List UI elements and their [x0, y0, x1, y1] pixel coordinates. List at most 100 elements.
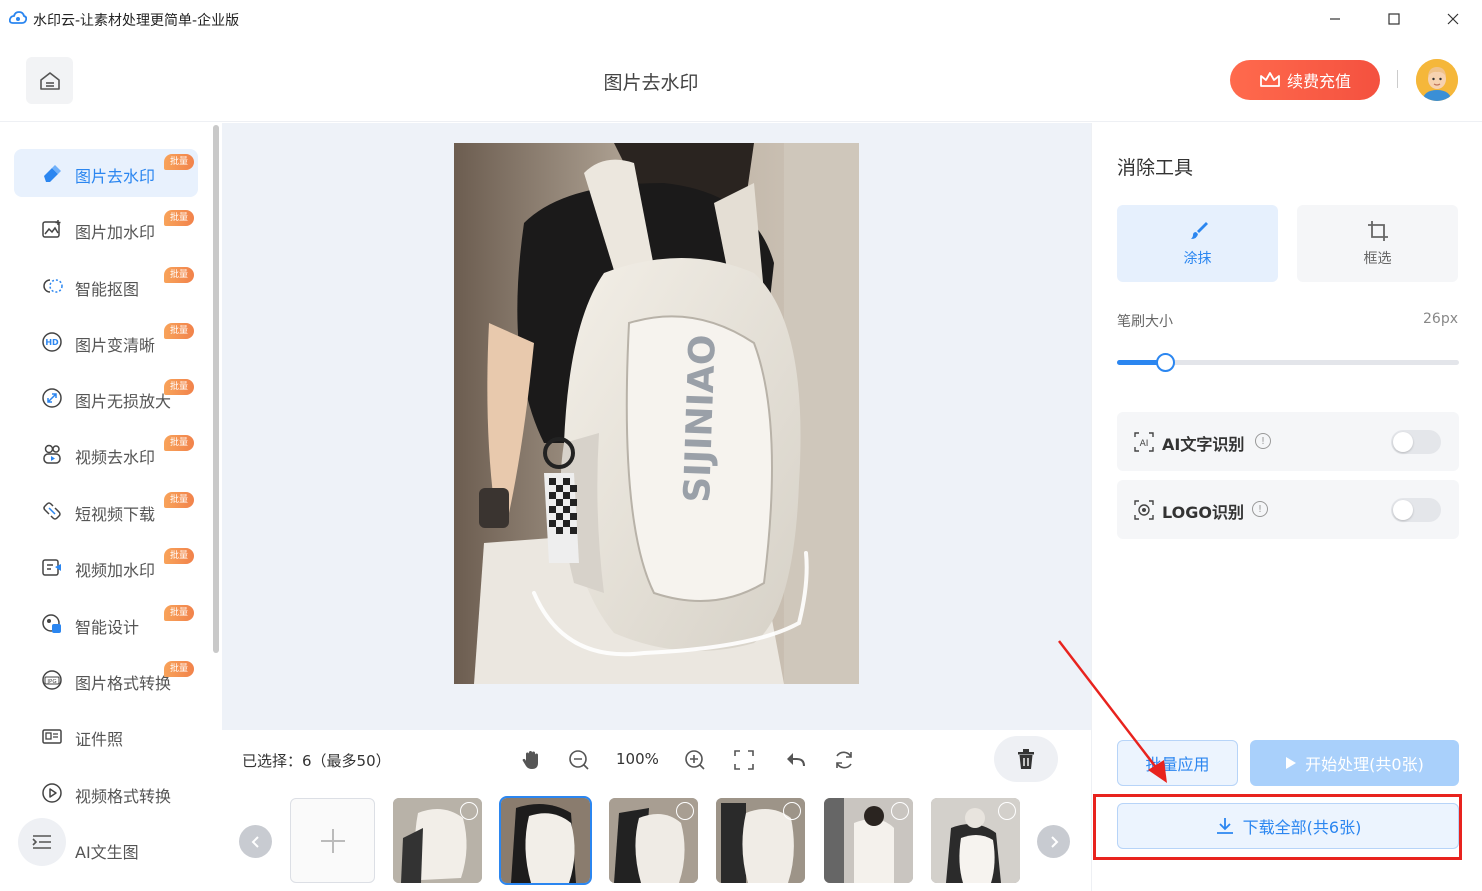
select-checkbox[interactable] [891, 802, 909, 820]
header: 图片去水印 续费充值 [0, 38, 1482, 122]
sidebar-item-label: 图片加水印 [75, 223, 156, 242]
select-checkbox[interactable] [460, 802, 478, 820]
batch-badge: 批量 [164, 548, 195, 564]
thumbnail[interactable] [609, 798, 698, 883]
sidebar-item-video-format-convert[interactable]: 视频格式转换 [14, 769, 198, 817]
close-button[interactable] [1430, 4, 1476, 34]
zoom-out-button[interactable] [566, 747, 592, 773]
thumbnail[interactable] [824, 798, 913, 883]
thumbnail[interactable] [931, 798, 1020, 883]
toggle-knob [1393, 500, 1413, 520]
video-add-icon [41, 556, 63, 578]
batch-badge: 批量 [164, 492, 195, 508]
maximize-button[interactable] [1371, 4, 1417, 34]
app-logo-icon [9, 11, 27, 24]
sidebar-item-short-video-download[interactable]: 短视频下载 批量 [14, 487, 198, 535]
slider-handle[interactable] [1155, 353, 1175, 372]
sidebar-item-image-hd[interactable]: HD 图片变清晰 批量 [14, 318, 198, 366]
add-image-button[interactable] [290, 798, 375, 883]
pan-tool-button[interactable] [518, 747, 544, 773]
select-checkbox[interactable] [676, 802, 694, 820]
cutout-icon [41, 275, 63, 297]
undo-button[interactable] [782, 747, 808, 773]
image-canvas[interactable]: SIJINIAO [222, 123, 1091, 730]
brush-size-value: 26px [1423, 311, 1458, 327]
minimize-button[interactable] [1312, 4, 1358, 34]
sidebar-item-smart-cutout[interactable]: 智能抠图 批量 [14, 262, 198, 310]
preview-image[interactable]: SIJINIAO [454, 143, 859, 684]
logo-detect-icon [1133, 499, 1155, 521]
hand-icon [522, 751, 538, 769]
fit-screen-button[interactable] [731, 747, 757, 773]
sidebar-item-add-watermark[interactable]: 图片加水印 批量 [14, 205, 198, 253]
sidebar-item-remove-watermark[interactable]: 图片去水印 批量 [14, 149, 198, 197]
sidebar: 图片去水印 批量 图片加水印 批量 智能抠图 批量 HD 图片变清晰 批量 图片… [0, 123, 222, 891]
hd-icon: HD [41, 331, 63, 353]
zoom-in-button[interactable] [682, 747, 708, 773]
chevron-left-icon [251, 835, 259, 848]
collapse-menu-button[interactable] [18, 818, 66, 866]
brush-size-slider[interactable] [1117, 353, 1459, 372]
batch-apply-button[interactable]: 批量应用 [1117, 740, 1238, 786]
image-add-icon [41, 218, 63, 240]
logo-toggle[interactable] [1391, 498, 1441, 522]
info-icon[interactable]: ! [1255, 433, 1271, 449]
reset-button[interactable] [831, 747, 857, 773]
tool-panel: 消除工具 涂抹 框选 笔刷大小 26px AI AI文字识别 ! LOGO识别 … [1091, 123, 1482, 891]
sidebar-item-label: 图片去水印 [75, 167, 156, 186]
svg-text:JPG: JPG [46, 679, 56, 685]
refresh-icon [836, 751, 852, 769]
info-icon[interactable]: ! [1252, 501, 1268, 517]
thumbnail-image [501, 798, 590, 883]
crop-icon [1367, 220, 1388, 241]
sidebar-item-label: 智能抠图 [75, 280, 140, 299]
batch-badge: 批量 [164, 323, 195, 339]
thumbnail[interactable] [716, 798, 805, 883]
title-bar: 水印云-让素材处理更简单-企业版 [0, 0, 1482, 38]
thumbnail[interactable] [393, 798, 482, 883]
link-download-icon [41, 500, 63, 522]
crown-icon [1260, 72, 1280, 87]
toggle-knob [1393, 432, 1413, 452]
delete-button[interactable] [994, 736, 1058, 782]
zoom-out-icon [569, 750, 589, 770]
panel-title: 消除工具 [1117, 157, 1194, 179]
start-label: 开始处理(共0张) [1305, 755, 1424, 774]
thumbnail-selected[interactable] [499, 796, 592, 885]
recharge-button[interactable]: 续费充值 [1230, 60, 1380, 100]
svg-text:AI: AI [1140, 439, 1149, 449]
sidebar-item-label: 短视频下载 [75, 505, 156, 524]
design-icon [41, 613, 63, 635]
maximize-icon [1388, 13, 1400, 25]
select-checkbox[interactable] [998, 802, 1016, 820]
sidebar-item-image-format-convert[interactable]: JPG 图片格式转换 批量 [14, 656, 198, 704]
jpg-icon: JPG [41, 669, 63, 691]
chevron-right-icon [1050, 835, 1058, 848]
thumbs-next-button[interactable] [1037, 825, 1070, 858]
sidebar-item-smart-design[interactable]: 智能设计 批量 [14, 600, 198, 648]
sidebar-item-video-remove-watermark[interactable]: 视频去水印 批量 [14, 430, 198, 478]
tool-brush[interactable]: 涂抹 [1117, 205, 1278, 282]
batch-badge: 批量 [164, 210, 195, 226]
option-ai-text-recognition: AI AI文字识别 ! [1117, 412, 1459, 471]
thumbs-prev-button[interactable] [239, 825, 272, 858]
play-icon [1286, 757, 1297, 769]
brush-icon [1190, 221, 1208, 239]
sidebar-scrollbar[interactable] [213, 125, 219, 653]
enlarge-icon [41, 387, 63, 409]
option-logo-recognition: LOGO识别 ! [1117, 480, 1459, 539]
start-processing-button[interactable]: 开始处理(共0张) [1250, 740, 1459, 786]
sidebar-item-video-add-watermark[interactable]: 视频加水印 批量 [14, 543, 198, 591]
sidebar-item-id-photo[interactable]: 证件照 [14, 712, 198, 760]
close-icon [1447, 13, 1459, 25]
video-eraser-icon [41, 443, 63, 465]
sidebar-item-label: 图片格式转换 [75, 674, 172, 693]
ai-text-icon: AI [1133, 431, 1155, 453]
select-checkbox[interactable] [783, 802, 801, 820]
fullscreen-icon [734, 750, 754, 770]
sidebar-item-lossless-enlarge[interactable]: 图片无损放大 批量 [14, 374, 198, 422]
ai-text-toggle[interactable] [1391, 430, 1441, 454]
sidebar-item-label: 证件照 [75, 730, 124, 749]
tool-box-select[interactable]: 框选 [1297, 205, 1458, 282]
avatar[interactable] [1416, 59, 1458, 101]
